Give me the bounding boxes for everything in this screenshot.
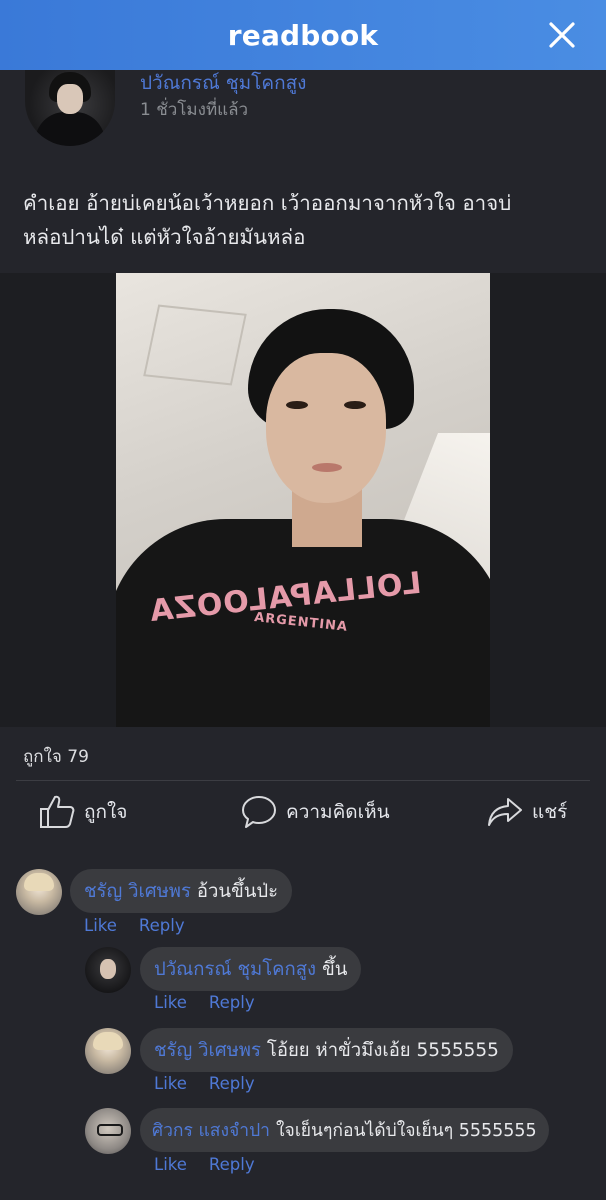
comment-text: ใจเย็นๆก่อนได้บ่ใจเย็นๆ 5555555	[276, 1121, 537, 1141]
comment-bubble: ชรัญ วิเศษพร อ้วนขึ้นป่ะ	[70, 869, 293, 913]
share-arrow-icon	[488, 798, 522, 826]
comment-text: โอ้ยย ห่าขั่วมึงเอ้ย 5555555	[266, 1039, 499, 1061]
comment-reply-link[interactable]: Reply	[209, 993, 255, 1012]
post-text-line: คำเอย อ้ายบ่เคยน้อเว้าหยอก เว้าออกมาจากห…	[23, 191, 512, 215]
commenter-name[interactable]: ปวัณกรณ์ ชุมโคกสูง	[154, 955, 316, 984]
action-bar: ถูกใจ ความคิดเห็น แชร์	[0, 790, 606, 834]
comment-button[interactable]: ความคิดเห็น	[240, 790, 390, 834]
post-author: ปวัณกรณ์ ชุมโคกสูง 1 ชั่วโมงที่แล้ว	[0, 70, 606, 160]
comment-actions: Like Reply	[154, 1074, 277, 1093]
comment-text: อ้วนขึ้นป่ะ	[196, 880, 279, 902]
speech-bubble-icon	[242, 796, 276, 828]
share-button[interactable]: แชร์	[486, 790, 567, 834]
close-button[interactable]	[544, 17, 580, 53]
commenter-avatar[interactable]	[85, 1108, 131, 1154]
commenter-name[interactable]: ชรัญ วิเศษพร	[154, 1036, 261, 1065]
like-label: ถูกใจ	[84, 801, 128, 823]
commenter-avatar[interactable]	[85, 947, 131, 993]
comment-like-link[interactable]: Like	[154, 993, 187, 1012]
post-photo[interactable]: LOLLAPALOOZA ARGENTINA	[116, 273, 490, 727]
commenter-avatar[interactable]	[85, 1028, 131, 1074]
comment-like-link[interactable]: Like	[154, 1155, 187, 1174]
comment-label: ความคิดเห็น	[286, 801, 390, 823]
brand-title: readbook	[227, 18, 379, 52]
post-timestamp: 1 ชั่วโมงที่แล้ว	[140, 100, 249, 120]
comment-bubble: ศิวกร แสงจำปา ใจเย็นๆก่อนได้บ่ใจเย็นๆ 55…	[140, 1108, 549, 1152]
comment-reply-link[interactable]: Reply	[209, 1155, 255, 1174]
close-icon	[549, 22, 575, 48]
comment-reply-link[interactable]: Reply	[209, 1074, 255, 1093]
author-name[interactable]: ปวัณกรณ์ ชุมโคกสูง	[140, 68, 306, 98]
likes-count[interactable]: ถูกใจ 79	[23, 743, 89, 770]
comment-like-link[interactable]: Like	[154, 1074, 187, 1093]
comment-bubble: ชรัญ วิเศษพร โอ้ยย ห่าขั่วมึงเอ้ย 555555…	[140, 1028, 513, 1072]
post-viewer: readbook ปวัณกรณ์ ชุมโคกสูง 1 ชั่วโมงที่…	[0, 0, 606, 1200]
app-header: readbook	[0, 0, 606, 70]
post-text-line: หล่อปานได๋ แต่หัวใจอ้ายมันหล่อ	[23, 225, 306, 249]
commenter-avatar[interactable]	[16, 869, 62, 915]
comment-text: ขึ้น	[322, 958, 348, 980]
comment-actions: Like Reply	[154, 1155, 277, 1174]
share-label: แชร์	[532, 801, 568, 823]
commenter-name[interactable]: ศิวกร แสงจำปา	[152, 1116, 270, 1144]
post-text: คำเอย อ้ายบ่เคยน้อเว้าหยอก เว้าออกมาจากห…	[23, 186, 588, 254]
divider	[16, 780, 590, 781]
comment-bubble: ปวัณกรณ์ ชุมโคกสูง ขึ้น	[140, 947, 362, 991]
like-button[interactable]: ถูกใจ	[38, 790, 127, 834]
comment-reply-link[interactable]: Reply	[139, 916, 185, 935]
commenter-name[interactable]: ชรัญ วิเศษพร	[84, 877, 191, 906]
comment-like-link[interactable]: Like	[84, 916, 117, 935]
post-photo-area: LOLLAPALOOZA ARGENTINA	[0, 273, 606, 727]
comment-actions: Like Reply	[84, 916, 207, 935]
thumbs-up-icon	[40, 795, 75, 828]
author-avatar[interactable]	[25, 70, 115, 146]
comment-actions: Like Reply	[154, 993, 277, 1012]
